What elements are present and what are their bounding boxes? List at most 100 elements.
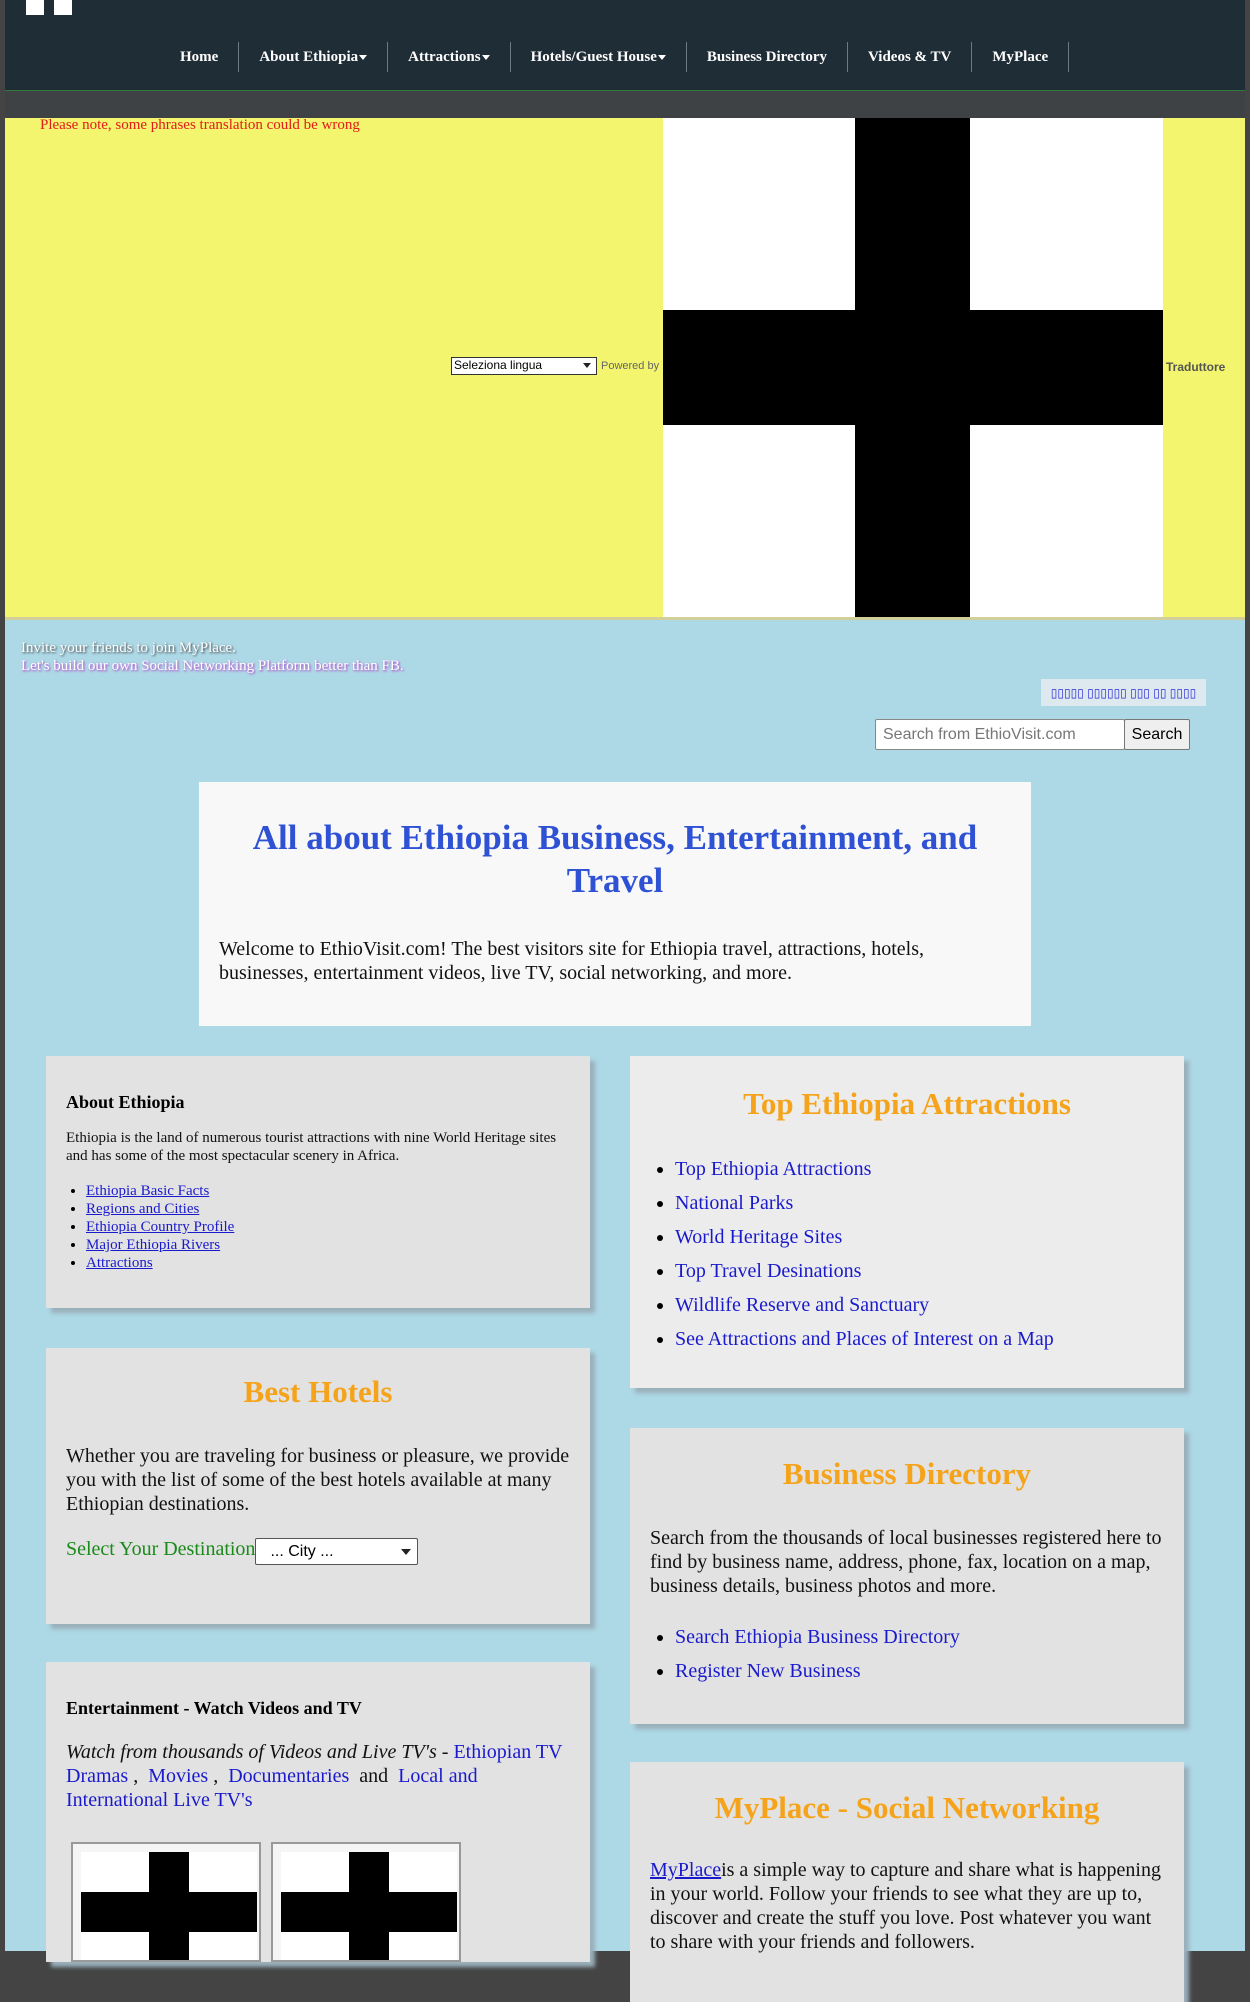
- business-title: Business Directory: [782, 1456, 1032, 1491]
- list-item: Ethiopia Country Profile: [86, 1218, 234, 1236]
- nav-attractions-label: Attractions: [408, 49, 481, 65]
- nav-hotels[interactable]: Hotels/Guest House: [511, 42, 687, 72]
- list-item: Top Travel Desinations: [675, 1254, 1054, 1288]
- invite-line-1: Invite your friends to join MyPlace.: [21, 640, 236, 656]
- about-links: Ethiopia Basic Facts Regions and Cities …: [46, 1182, 234, 1272]
- list-item: Attractions: [86, 1254, 234, 1272]
- myplace-text: MyPlaceis a simple way to capture and sh…: [650, 1858, 1170, 1954]
- myplace-link[interactable]: MyPlace: [650, 1859, 721, 1881]
- link-register-business[interactable]: Register New Business: [675, 1660, 861, 1682]
- tv-thumbnail[interactable]: [271, 1842, 461, 1962]
- missing-image-placeholder-icon: [281, 1852, 457, 1960]
- entertainment-intro: Watch from thousands of Videos and Live …: [66, 1741, 437, 1763]
- entertainment-text: Watch from thousands of Videos and Live …: [66, 1741, 563, 1811]
- nav-home[interactable]: Home: [160, 42, 240, 72]
- myplace-panel: MyPlace - Social Networking MyPlaceis a …: [630, 1762, 1184, 2002]
- caret-down-icon: [359, 55, 368, 61]
- site-logo[interactable]: [20, 0, 72, 15]
- missing-image-placeholder-icon: [663, 118, 1163, 617]
- about-heading: About Ethiopia: [66, 1092, 185, 1112]
- list-item: Regions and Cities: [86, 1200, 234, 1218]
- link-travel-destinations[interactable]: Top Travel Desinations: [675, 1260, 861, 1282]
- link-basic-facts[interactable]: Ethiopia Basic Facts: [86, 1183, 209, 1199]
- nav-home-label: Home: [180, 49, 219, 65]
- language-select[interactable]: Seleziona lingua: [451, 357, 597, 375]
- placeholder-bar-horizontal: [281, 1892, 457, 1932]
- entertainment-and: and: [359, 1765, 389, 1787]
- chevron-down-icon: [401, 1549, 412, 1555]
- myplace-title: MyPlace - Social Networking: [714, 1790, 1100, 1825]
- placeholder-bar-horizontal: [81, 1892, 257, 1932]
- nav-business-directory[interactable]: Business Directory: [687, 42, 848, 72]
- nav-myplace-label: MyPlace: [992, 49, 1049, 65]
- nav-myplace[interactable]: MyPlace: [972, 42, 1070, 72]
- list-item: Search Ethiopia Business Directory: [675, 1620, 960, 1654]
- link-world-heritage[interactable]: World Heritage Sites: [675, 1226, 842, 1248]
- link-documentaries[interactable]: Documentaries: [228, 1765, 349, 1787]
- list-item: Ethiopia Basic Facts: [86, 1182, 234, 1200]
- best-hotels-panel: Best Hotels Whether you are traveling fo…: [46, 1348, 590, 1624]
- about-ethiopia-panel: About Ethiopia Ethiopia is the land of n…: [46, 1056, 590, 1308]
- nav-about-ethiopia[interactable]: About Ethiopia: [239, 42, 389, 72]
- welcome-text: Welcome to EthioVisit.com! The best visi…: [219, 938, 924, 984]
- top-attractions-panel: Top Ethiopia Attractions Top Ethiopia At…: [630, 1056, 1184, 1388]
- entertainment-panel: Entertainment - Watch Videos and TV Watc…: [46, 1662, 590, 1962]
- link-national-parks[interactable]: National Parks: [675, 1192, 793, 1214]
- nav-business-label: Business Directory: [706, 49, 827, 65]
- city-select-value: ... City ...: [270, 1543, 334, 1560]
- list-item: Register New Business: [675, 1654, 960, 1688]
- link-top-attractions[interactable]: Top Ethiopia Attractions: [675, 1158, 871, 1180]
- about-text: Ethiopia is the land of numerous tourist…: [66, 1130, 557, 1164]
- hotels-title: Best Hotels: [243, 1374, 393, 1409]
- logo-block-right: [54, 0, 72, 15]
- link-attractions-map[interactable]: See Attractions and Places of Interest o…: [675, 1328, 1054, 1350]
- business-directory-panel: Business Directory Search from the thous…: [630, 1428, 1184, 1724]
- business-text: Search from the thousands of local busin…: [650, 1527, 1162, 1597]
- site-search-input[interactable]: Search from EthioVisit.com: [875, 719, 1125, 750]
- caret-down-icon: [657, 55, 666, 61]
- business-links: Search Ethiopia Business Directory Regis…: [635, 1620, 960, 1688]
- list-item: Wildlife Reserve and Sanctuary: [675, 1288, 1054, 1322]
- list-item: Top Ethiopia Attractions: [675, 1152, 1054, 1186]
- hero-section: All about Ethiopia Business, Entertainme…: [199, 782, 1031, 1026]
- link-country-profile[interactable]: Ethiopia Country Profile: [86, 1219, 234, 1235]
- video-thumbnail[interactable]: [71, 1842, 261, 1962]
- invite-message: Invite your friends to join MyPlace. Let…: [21, 639, 404, 675]
- city-select[interactable]: ... City ...: [255, 1538, 419, 1565]
- entertainment-heading: Entertainment - Watch Videos and TV: [66, 1698, 362, 1718]
- list-item: See Attractions and Places of Interest o…: [675, 1322, 1054, 1356]
- search-button[interactable]: Search: [1124, 719, 1190, 750]
- link-attractions[interactable]: Attractions: [86, 1255, 153, 1271]
- caret-down-icon: [481, 55, 490, 61]
- nav-about-label: About Ethiopia: [259, 49, 359, 65]
- invite-line-2: Let's build our own Social Networking Pl…: [21, 658, 404, 674]
- translation-note: Please note, some phrases translation co…: [40, 117, 360, 133]
- logo-block-left: [26, 0, 44, 15]
- list-item: World Heritage Sites: [675, 1220, 1054, 1254]
- myplace-description: is a simple way to capture and share wha…: [650, 1859, 1161, 1953]
- link-regions-cities[interactable]: Regions and Cities: [86, 1201, 199, 1217]
- nav-videos-tv[interactable]: Videos & TV: [848, 42, 973, 72]
- main-nav: Home About Ethiopia Attractions Hotels/G…: [160, 41, 1070, 73]
- language-select-value: Seleziona lingua: [454, 358, 543, 372]
- nav-attractions[interactable]: Attractions: [388, 42, 511, 72]
- attractions-links: Top Ethiopia Attractions National Parks …: [635, 1152, 1054, 1356]
- destination-row: Select Your Destination ... City ...: [66, 1538, 419, 1565]
- link-rivers[interactable]: Major Ethiopia Rivers: [86, 1237, 220, 1253]
- page-title: All about Ethiopia Business, Entertainme…: [252, 818, 978, 900]
- amharic-language-button[interactable]: ▯▯▯▯▯ ▯▯▯▯▯▯ ▯▯▯ ▯▯ ▯▯▯▯: [1041, 679, 1206, 706]
- placeholder-bar-horizontal: [663, 310, 1163, 425]
- list-item: National Parks: [675, 1186, 1054, 1220]
- missing-image-placeholder-icon: [81, 1852, 257, 1960]
- chevron-down-icon: [583, 363, 591, 368]
- hotels-text: Whether you are traveling for business o…: [66, 1445, 570, 1515]
- link-wildlife-reserve[interactable]: Wildlife Reserve and Sanctuary: [675, 1294, 929, 1316]
- link-movies[interactable]: Movies: [148, 1765, 208, 1787]
- nav-videos-label: Videos & TV: [868, 49, 952, 65]
- link-search-business[interactable]: Search Ethiopia Business Directory: [675, 1626, 960, 1648]
- list-item: Major Ethiopia Rivers: [86, 1236, 234, 1254]
- attractions-title: Top Ethiopia Attractions: [743, 1086, 1071, 1121]
- powered-by-label: Powered by: [601, 360, 660, 372]
- top-navbar: Home About Ethiopia Attractions Hotels/G…: [5, 0, 1245, 91]
- nav-separator-band: [5, 91, 1245, 118]
